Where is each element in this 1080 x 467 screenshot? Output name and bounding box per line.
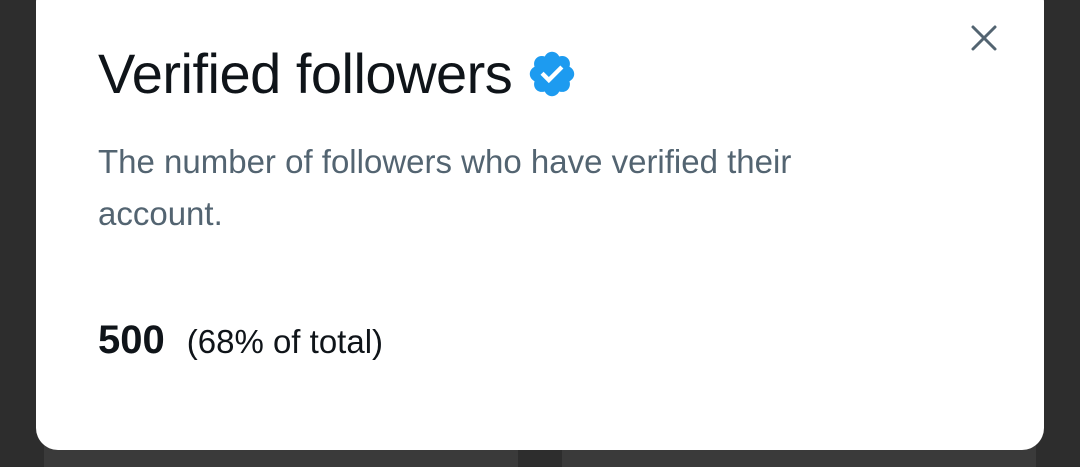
close-button[interactable] bbox=[964, 18, 1004, 58]
title-row: Verified followers bbox=[98, 46, 578, 102]
verified-follower-count: 500 bbox=[98, 318, 165, 362]
verified-followers-dialog: Verified followers The number of followe… bbox=[36, 0, 1044, 450]
dialog-title: Verified followers bbox=[98, 42, 513, 105]
verified-badge-icon bbox=[530, 51, 575, 97]
verified-follower-percent: (68% of total) bbox=[186, 323, 384, 360]
dialog-description: The number of followers who have verifie… bbox=[98, 143, 792, 232]
stat-row: 500 (68% of total) bbox=[98, 318, 383, 363]
close-icon bbox=[971, 25, 997, 51]
